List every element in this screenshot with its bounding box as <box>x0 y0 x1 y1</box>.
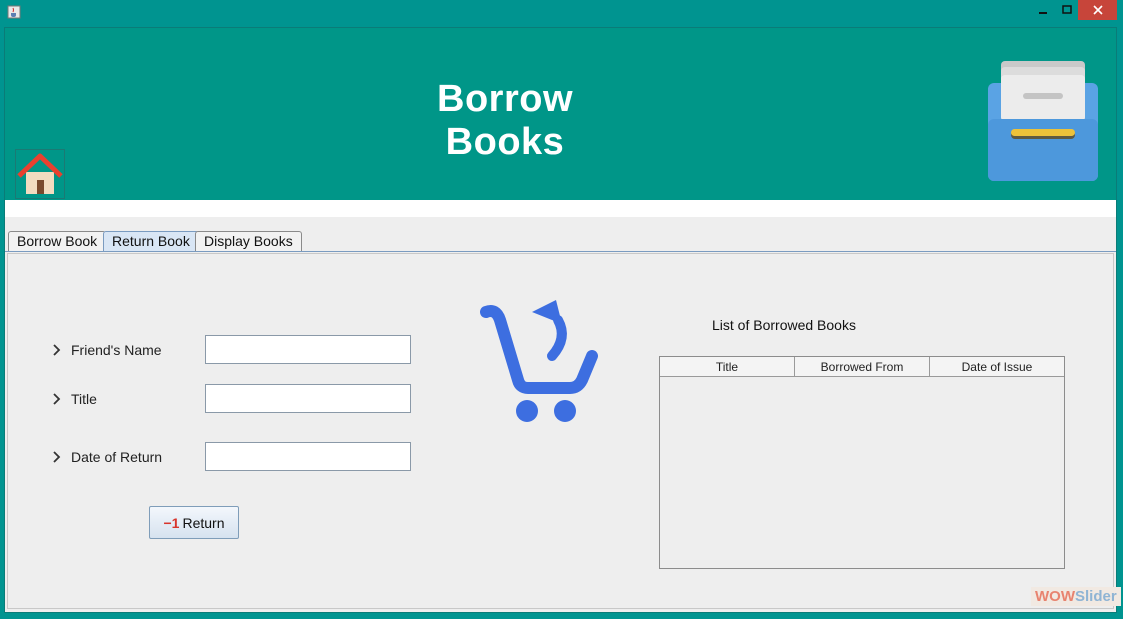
close-icon <box>1092 5 1103 15</box>
chevron-right-icon <box>53 451 61 463</box>
borrowed-books-table[interactable]: Title Borrowed From Date of Issue <box>659 356 1065 569</box>
page-title: Borrow Books <box>437 78 573 163</box>
column-header-borrowed-from[interactable]: Borrowed From <box>795 357 930 377</box>
list-title: List of Borrowed Books <box>712 317 856 333</box>
minimize-button[interactable] <box>1030 0 1056 20</box>
title-label: Title <box>71 391 97 407</box>
minus-one-icon: −1 <box>163 514 180 531</box>
column-header-date-of-issue[interactable]: Date of Issue <box>930 357 1064 377</box>
tab-strip-line <box>5 251 1116 252</box>
tab-return-book[interactable]: Return Book <box>103 231 199 251</box>
wowslider-watermark: WOWSlider <box>1031 587 1121 606</box>
friends-name-label: Friend's Name <box>71 342 162 358</box>
chevron-right-icon <box>53 344 61 356</box>
date-of-return-input[interactable] <box>205 442 411 471</box>
java-cup-icon <box>7 5 21 19</box>
minimize-icon <box>1039 12 1047 14</box>
table-header: Title Borrowed From Date of Issue <box>660 357 1064 377</box>
column-header-title[interactable]: Title <box>660 357 795 377</box>
window-titlebar <box>0 0 1123 24</box>
date-of-return-label: Date of Return <box>71 449 163 465</box>
home-icon <box>17 153 63 194</box>
file-drawer-icon <box>988 61 1098 181</box>
return-button[interactable]: −1 Return <box>149 506 239 539</box>
tab-display-books[interactable]: Display Books <box>195 231 302 251</box>
cart-return-icon <box>480 300 598 422</box>
friends-name-input[interactable] <box>205 335 411 364</box>
close-button[interactable] <box>1078 0 1117 20</box>
title-input[interactable] <box>205 384 411 413</box>
home-button[interactable] <box>15 149 65 199</box>
tab-borrow-book[interactable]: Borrow Book <box>8 231 107 251</box>
maximize-button[interactable] <box>1056 0 1078 20</box>
header-divider <box>5 200 1116 217</box>
return-button-label: Return <box>182 514 225 531</box>
maximize-icon <box>1062 5 1072 14</box>
chevron-right-icon <box>53 393 61 405</box>
